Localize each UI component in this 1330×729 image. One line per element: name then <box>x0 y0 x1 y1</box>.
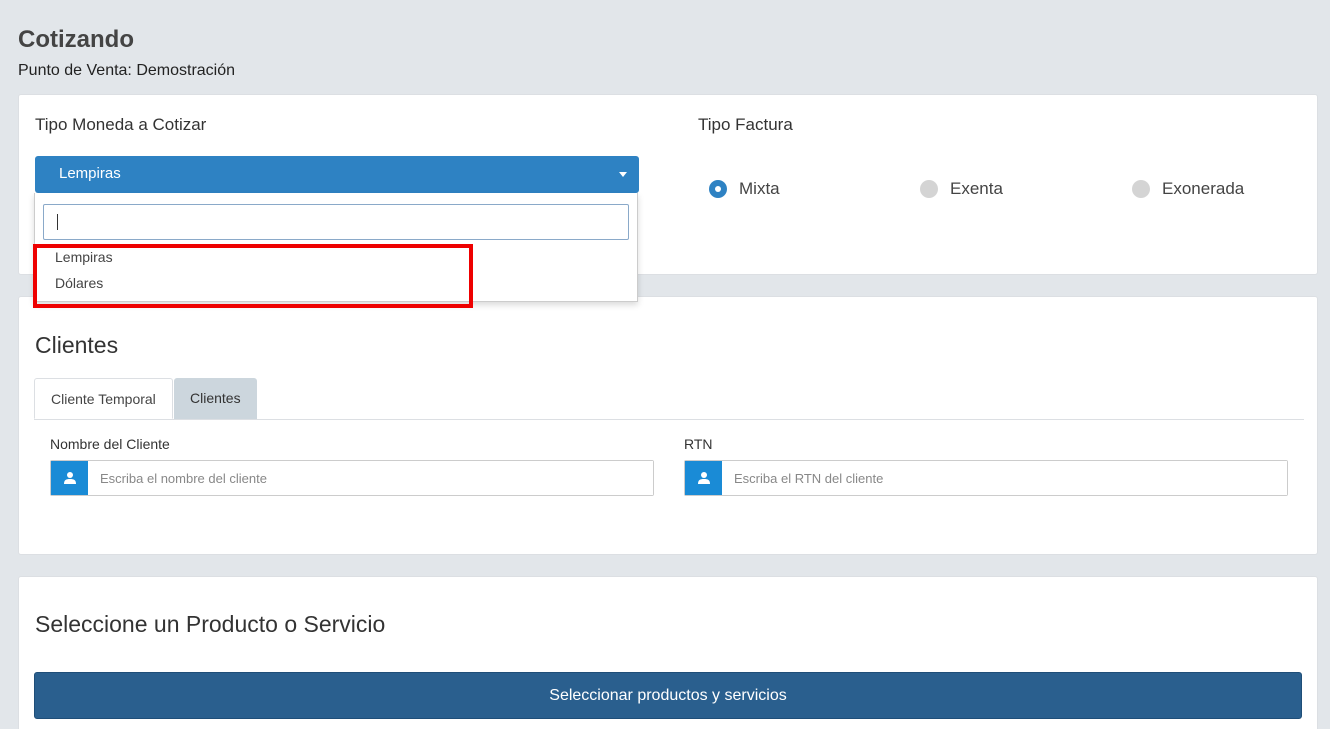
currency-label: Tipo Moneda a Cotizar <box>35 115 207 134</box>
select-products-button[interactable]: Seleccionar productos y servicios <box>34 672 1302 719</box>
currency-search-input[interactable] <box>43 204 629 240</box>
currency-dropdown: Lempiras Dólares <box>34 193 638 302</box>
currency-selected-value: Lempiras <box>59 165 121 182</box>
radio-label: Exenta <box>950 179 1003 198</box>
invoice-type-label: Tipo Factura <box>698 115 793 134</box>
caret-down-icon <box>619 172 627 177</box>
tab-clientes[interactable]: Clientes <box>174 378 257 419</box>
rtn-input[interactable] <box>722 461 1287 495</box>
currency-option-lempiras[interactable]: Lempiras <box>55 249 113 265</box>
radio-exonerada[interactable]: Exonerada <box>1132 179 1244 199</box>
radio-exenta[interactable]: Exenta <box>920 179 1003 199</box>
client-name-group <box>50 460 654 496</box>
radio-label: Mixta <box>739 179 780 198</box>
products-title: Seleccione un Producto o Servicio <box>35 611 386 637</box>
tab-divider <box>34 419 1304 420</box>
rtn-group <box>684 460 1288 496</box>
client-name-input[interactable] <box>88 461 653 495</box>
radio-checked-icon <box>709 180 727 198</box>
currency-select[interactable]: Lempiras <box>35 156 639 193</box>
currency-option-dolares[interactable]: Dólares <box>55 275 103 291</box>
tab-cliente-temporal[interactable]: Cliente Temporal <box>34 378 173 419</box>
text-cursor <box>57 214 58 230</box>
user-icon <box>685 461 722 495</box>
products-card: Seleccione un Producto o Servicio Selecc… <box>18 576 1318 729</box>
radio-mixta[interactable]: Mixta <box>709 179 780 199</box>
radio-unchecked-icon <box>920 180 938 198</box>
page-subtitle: Punto de Venta: Demostración <box>18 62 236 79</box>
rtn-label: RTN <box>684 436 713 452</box>
page-title: Cotizando <box>18 26 134 53</box>
radio-unchecked-icon <box>1132 180 1150 198</box>
client-name-label: Nombre del Cliente <box>50 436 170 452</box>
clients-title: Clientes <box>35 332 119 358</box>
user-icon <box>51 461 88 495</box>
radio-label: Exonerada <box>1162 179 1245 198</box>
clients-card: Clientes Cliente Temporal Clientes Nombr… <box>18 296 1318 555</box>
